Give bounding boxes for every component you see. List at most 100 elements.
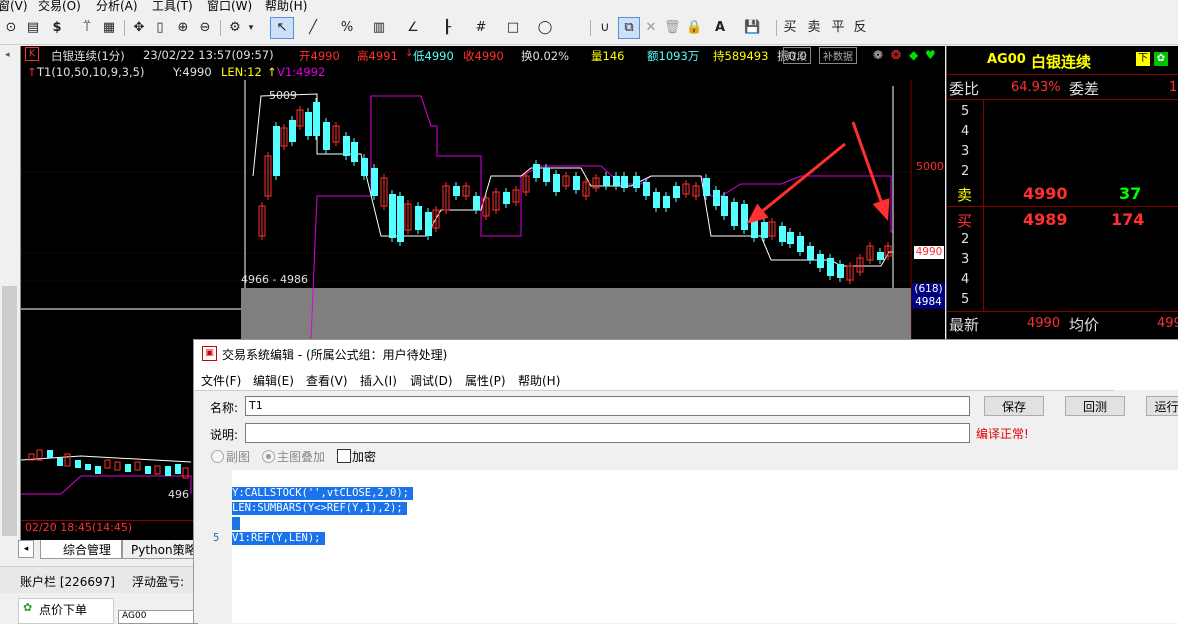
chevron-down-icon[interactable]: ▾ [246, 18, 256, 38]
menu-analysis[interactable]: 分析(A) [96, 0, 138, 12]
candle-down [85, 464, 91, 470]
candle-down [613, 176, 620, 186]
dlg-menu-insert[interactable]: 插入(I) [360, 372, 397, 389]
price-axis-5000: 5000 [916, 160, 944, 173]
diff-value: 13 [1169, 80, 1178, 95]
grid-icon[interactable]: ▦ [100, 18, 118, 38]
sell-level-5: 5 [961, 104, 970, 119]
code-editor[interactable]: 5 Y:CALLSTOCK('',vtCLOSE,2,0); LEN:SUMBA… [194, 470, 1178, 623]
zoom-out-icon[interactable]: ⊖ [196, 18, 214, 38]
menu-tools[interactable]: 工具(T) [152, 0, 193, 12]
close-position-button[interactable]: 平 [830, 18, 846, 38]
candle-down [453, 186, 460, 196]
percent-tool-icon[interactable]: % [338, 18, 356, 38]
filter-icon[interactable]: ⍡ [78, 18, 96, 38]
menu-help[interactable]: 帮助(H) [265, 0, 307, 12]
dlg-menu-file[interactable]: 文件(F) [201, 372, 241, 389]
dollar-icon[interactable]: $ [48, 18, 66, 38]
tab-general-label: 综合管理 [63, 543, 112, 557]
sell-button[interactable]: 卖 [806, 18, 822, 38]
run-button[interactable]: 运行 [1146, 396, 1178, 416]
trash-icon[interactable]: 🗑 [664, 18, 681, 38]
bar-icon[interactable]: ▯ [152, 18, 168, 38]
align-tool-icon[interactable]: ┠ [438, 18, 456, 38]
list-icon[interactable]: ▤ [24, 18, 42, 38]
sell-level-3: 3 [961, 144, 970, 159]
pin-icon[interactable]: ✿ [1154, 52, 1168, 66]
backtest-button[interactable]: 回测 [1065, 396, 1125, 416]
leaf-icon: ✿ [23, 601, 33, 614]
angle-tool-icon[interactable]: ∠ [404, 18, 422, 38]
scrollbar-thumb[interactable] [2, 286, 17, 536]
ratio-label: 委比 [949, 80, 980, 98]
line-number: 5 [213, 532, 220, 544]
copy-icon[interactable]: ⧉ [618, 17, 640, 39]
main-overlay-radio[interactable] [262, 450, 275, 463]
highlight-region [241, 288, 911, 342]
line-tool-icon[interactable]: ╱ [304, 18, 322, 38]
candle-down [673, 186, 680, 198]
encrypt-label: 加密 [352, 450, 377, 464]
candle-down [807, 246, 814, 260]
code-line-4[interactable]: V1:REF(Y,LEN); [232, 532, 325, 545]
code-line-3[interactable] [232, 517, 240, 530]
zoom-in-icon[interactable]: ⊕ [174, 18, 192, 38]
high-mark-label: 5009 [269, 89, 297, 102]
sub-chart-radio[interactable] [211, 450, 224, 463]
lock-icon[interactable]: 🔒 [686, 18, 702, 38]
candle-down [371, 168, 378, 196]
candle-down [553, 174, 560, 192]
record-icon[interactable]: ⊙ [2, 18, 20, 38]
reverse-button[interactable]: 反 [852, 18, 868, 38]
dlg-menu-edit[interactable]: 编辑(E) [253, 372, 294, 389]
tab-general[interactable]: 综合管理 [40, 540, 122, 559]
candle-down [343, 136, 350, 156]
magnet-icon[interactable]: ∪ [596, 18, 614, 38]
candle-down [761, 222, 768, 238]
candle-down [473, 196, 480, 210]
channel-tool-icon[interactable]: ▥ [370, 18, 388, 38]
hash-tool-icon[interactable]: # [472, 18, 490, 38]
order-tab[interactable]: ✿ 点价下单 [18, 598, 114, 624]
buy-button[interactable]: 买 [782, 18, 798, 38]
close-icon[interactable]: ✕ [644, 18, 658, 38]
candle-down [543, 168, 550, 182]
pointer-icon[interactable]: ↖ [270, 17, 294, 39]
candle-down [361, 158, 368, 176]
down-icon[interactable]: 下 [1136, 52, 1150, 66]
main-overlay-label: 主图叠加 [277, 450, 326, 464]
save-button[interactable]: 保存 [984, 396, 1044, 416]
dlg-menu-view[interactable]: 查看(V) [306, 372, 348, 389]
candle-down [75, 460, 81, 468]
trading-system-editor-dialog: ▣ 交易系统编辑 - (所属公式组：用户待处理) 文件(F) 编辑(E) 查看(… [193, 339, 1178, 623]
menu-view[interactable]: 窗(V) [0, 0, 28, 12]
menu-trade[interactable]: 交易(O) [38, 0, 81, 12]
desc-input[interactable] [245, 423, 970, 443]
count-tag: (618) [912, 283, 945, 296]
save-icon[interactable]: 💾 [744, 18, 760, 38]
scroll-up-icon[interactable]: ◂ [5, 50, 10, 60]
code-line-1[interactable]: Y:CALLSTOCK('',vtCLOSE,2,0); [232, 487, 414, 500]
rectangle-tool-icon[interactable]: □ [504, 18, 522, 38]
sell-level-2: 2 [961, 164, 970, 179]
candle-down [837, 264, 844, 278]
buy-level-3: 3 [961, 252, 970, 267]
candle-down [313, 102, 320, 136]
dlg-menu-debug[interactable]: 调试(D) [410, 372, 453, 389]
encrypt-checkbox[interactable] [337, 449, 351, 463]
code-line-2[interactable]: LEN:SUMBARS(Y<>REF(Y,1),2); [232, 502, 407, 515]
name-input[interactable]: T1 [245, 396, 970, 416]
tab-python[interactable]: Python策略 [122, 540, 195, 559]
float-pnl-label: 浮动盈亏: [132, 575, 185, 589]
candle-down [305, 112, 312, 136]
dlg-menu-properties[interactable]: 属性(P) [465, 372, 506, 389]
dlg-menu-help[interactable]: 帮助(H) [518, 372, 560, 389]
move-icon[interactable]: ✥ [130, 18, 148, 38]
candle-down [389, 194, 396, 238]
ellipse-tool-icon[interactable]: ◯ [536, 18, 554, 38]
settings-icon[interactable]: ⚙ [226, 18, 244, 38]
candle-down [797, 236, 804, 252]
text-color-icon[interactable]: A [712, 18, 728, 38]
tab-scroll-left-icon[interactable]: ◂ [18, 540, 34, 558]
menu-window[interactable]: 窗口(W) [207, 0, 252, 12]
